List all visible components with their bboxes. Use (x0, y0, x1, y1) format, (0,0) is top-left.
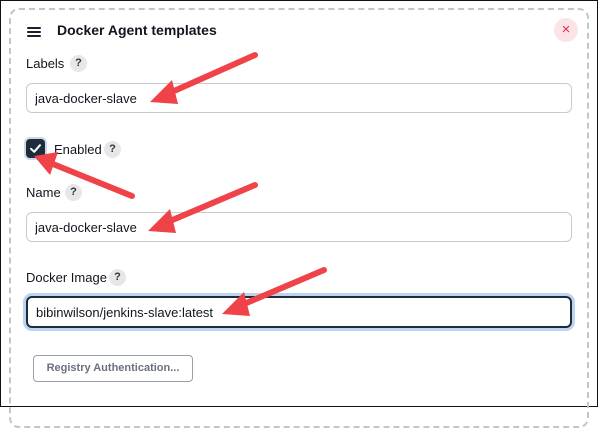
enabled-label: Enabled (54, 142, 102, 157)
name-input[interactable] (26, 212, 572, 242)
enabled-help-icon[interactable]: ? (104, 141, 121, 158)
close-icon[interactable]: × (554, 18, 578, 42)
labels-label: Labels (26, 56, 65, 71)
registry-authentication-button[interactable]: Registry Authentication... (33, 355, 193, 382)
docker-image-label: Docker Image (26, 270, 107, 285)
docker-image-input[interactable] (26, 296, 572, 328)
enabled-checkbox[interactable] (26, 139, 45, 158)
drag-handle-menu-icon[interactable] (27, 27, 41, 37)
docker-image-help-icon[interactable]: ? (109, 269, 126, 286)
labels-input[interactable] (26, 83, 572, 113)
name-label: Name (26, 185, 61, 200)
name-help-icon[interactable]: ? (65, 184, 82, 201)
checkmark-icon (30, 144, 41, 153)
panel-title: Docker Agent templates (57, 22, 217, 38)
labels-help-icon[interactable]: ? (70, 55, 87, 72)
